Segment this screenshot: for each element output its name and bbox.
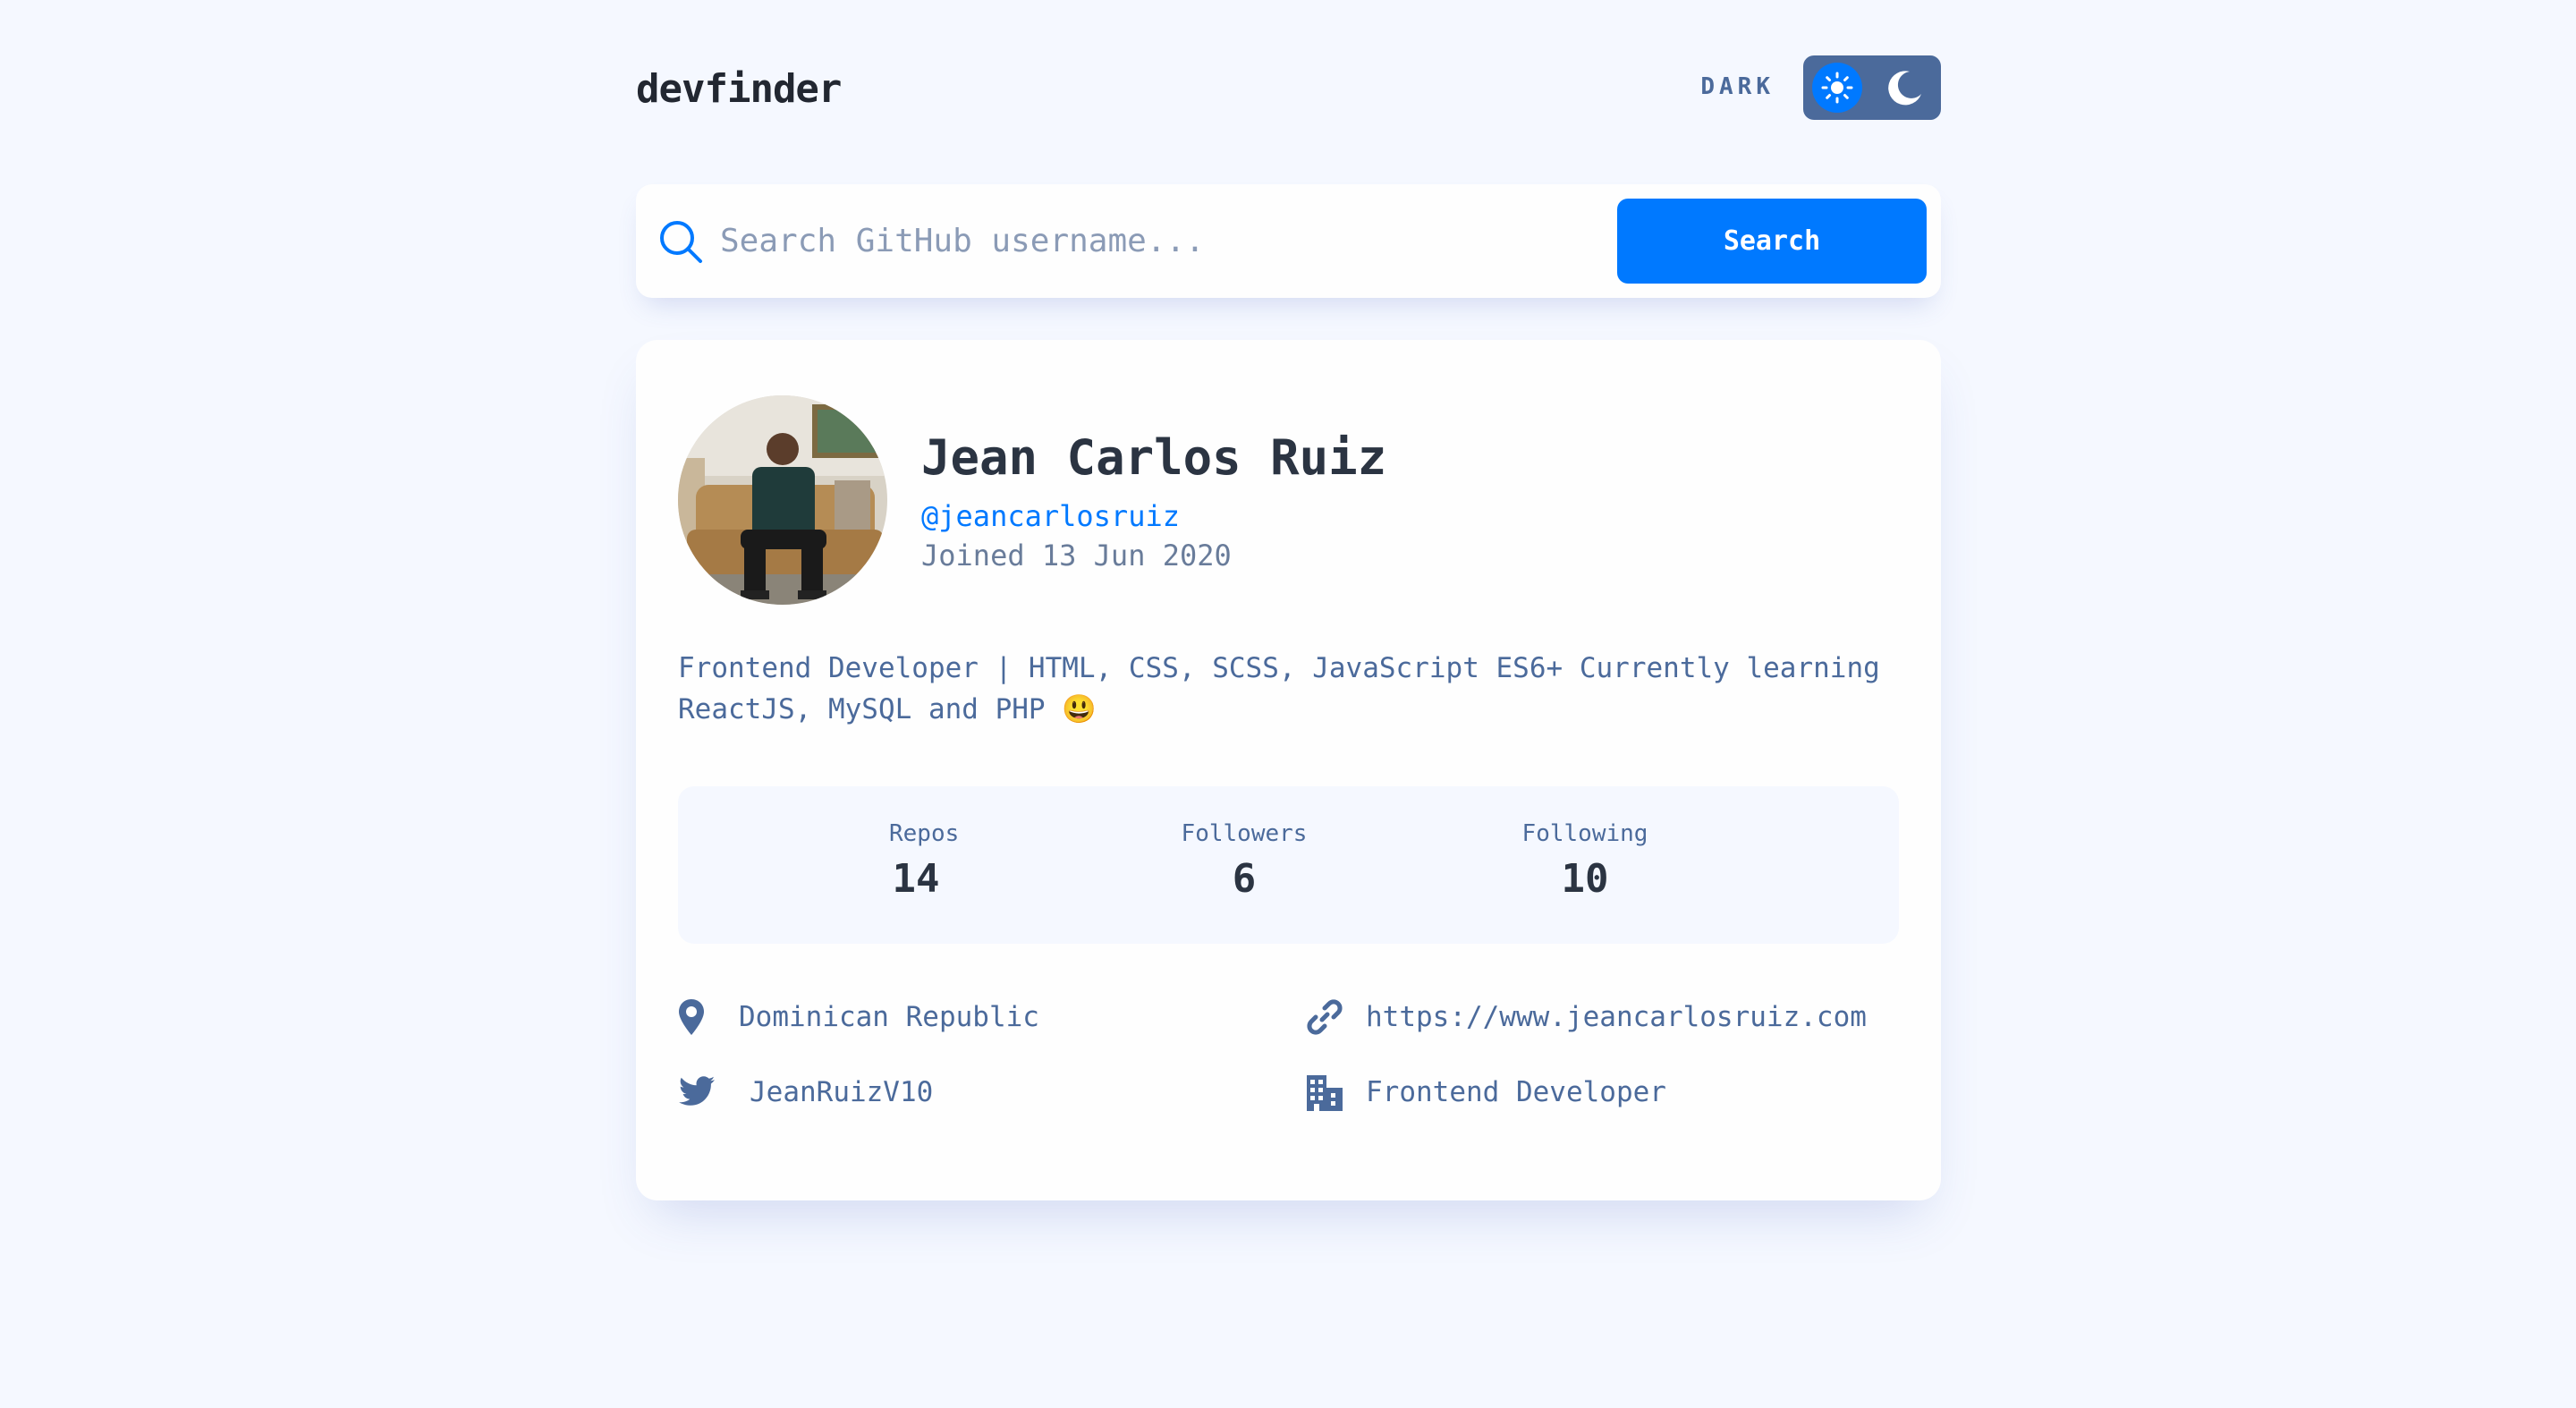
info-website[interactable]: https://www.jeancarlosruiz.com bbox=[1305, 997, 1867, 1038]
bio-line-2: ReactJS, MySQL and PHP 😃 bbox=[678, 693, 1097, 725]
stat-value: 14 bbox=[892, 856, 940, 902]
sun-icon[interactable] bbox=[1812, 63, 1862, 113]
logo: devfinder bbox=[636, 66, 842, 112]
profile-name: Jean Carlos Ruiz bbox=[921, 429, 1387, 486]
stat-label: Followers bbox=[1181, 820, 1308, 847]
info-twitter: JeanRuizV10 bbox=[678, 1072, 933, 1113]
stat-following: Following 10 bbox=[1513, 820, 1657, 902]
search-bar: Search bbox=[636, 184, 1941, 298]
stat-label: Following bbox=[1521, 820, 1648, 847]
avatar bbox=[678, 395, 887, 605]
stat-repos: Repos 14 bbox=[889, 820, 960, 902]
stats-panel: Repos 14 Followers 6 Following 10 bbox=[678, 786, 1899, 944]
twitter-handle[interactable]: JeanRuizV10 bbox=[750, 1076, 933, 1108]
website-link[interactable]: https://www.jeancarlosruiz.com bbox=[1366, 1001, 1867, 1033]
info-location: Dominican Republic bbox=[678, 997, 1039, 1038]
company-text: Frontend Developer bbox=[1366, 1076, 1666, 1108]
twitter-icon bbox=[678, 1072, 724, 1113]
search-icon bbox=[657, 218, 704, 265]
info-company: Frontend Developer bbox=[1305, 1072, 1666, 1113]
moon-icon[interactable] bbox=[1885, 68, 1925, 107]
bio-line-1: Frontend Developer | HTML, CSS, SCSS, Ja… bbox=[678, 652, 1880, 684]
location-icon bbox=[678, 997, 724, 1038]
profile-bio: Frontend Developer | HTML, CSS, SCSS, Ja… bbox=[678, 648, 1903, 730]
profile-card: Jean Carlos Ruiz @jeancarlosruiz Joined … bbox=[636, 340, 1941, 1200]
search-button[interactable]: Search bbox=[1617, 199, 1927, 284]
stat-value: 6 bbox=[1232, 856, 1257, 902]
link-icon bbox=[1305, 997, 1352, 1038]
profile-login[interactable]: @jeancarlosruiz bbox=[921, 499, 1180, 533]
location-text: Dominican Republic bbox=[739, 1001, 1039, 1033]
stat-followers: Followers 6 bbox=[1177, 820, 1311, 902]
theme-mode-label[interactable]: DARK bbox=[1700, 73, 1775, 100]
theme-toggle[interactable] bbox=[1803, 55, 1941, 120]
building-icon bbox=[1305, 1072, 1352, 1113]
stat-value: 10 bbox=[1561, 856, 1609, 902]
header: devfinder DARK bbox=[636, 55, 1941, 122]
stat-label: Repos bbox=[889, 820, 960, 847]
profile-joined-date: Joined 13 Jun 2020 bbox=[921, 539, 1232, 573]
search-input[interactable] bbox=[720, 211, 1507, 270]
